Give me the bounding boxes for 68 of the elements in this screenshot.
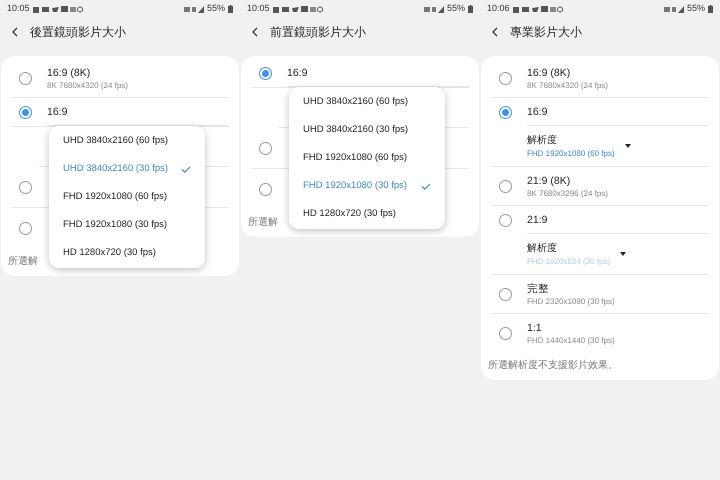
status-time: 10:06 [487,2,510,16]
battery-icon [228,5,233,13]
radio-button[interactable] [19,106,32,118]
radio-button[interactable] [259,182,272,196]
dropdown-arrow-icon [620,252,626,256]
signal-icon [664,6,684,12]
check-icon [421,182,431,190]
dropdown-arrow-icon [624,144,631,148]
menu-item[interactable]: UHD 3840x2160 (30 fps) [289,116,445,144]
option-label: 16:9 [527,104,548,118]
check-icon [181,166,191,172]
option-label: 21:9 (8K) [527,174,572,188]
radio-button[interactable] [19,180,32,194]
menu-item[interactable]: FHD 1920x1080 (60 fps) [289,144,445,172]
footer-note: 所選解析度不支援影片效果。 [488,360,618,372]
radio-button[interactable] [259,142,272,154]
option-subtitle: 8K 7680x4320 (24 fps) [527,80,609,90]
option-subtitle: 8K 7680x3296 (24 fps) [527,188,609,198]
option-label: 16:9 [47,104,68,118]
status-time: 10:05 [7,2,30,16]
notification-icons [32,6,83,12]
option-label: 完整 [527,282,550,296]
signal-icon [424,6,444,12]
menu-item[interactable]: FHD 1920x1080 (30 fps) [49,211,205,239]
back-icon[interactable] [12,27,18,37]
radio-button[interactable] [19,72,32,84]
radio-button[interactable] [499,214,512,226]
status-time: 10:05 [247,2,270,16]
signal-icon [184,6,204,12]
radio-button[interactable] [499,106,512,118]
option-label: 16:9 [287,66,308,80]
option-label: 21:9 [527,212,548,226]
menu-item[interactable]: FHD 1920x1080 (30 fps) [289,172,445,200]
radio-button[interactable] [259,66,272,80]
radio-button[interactable] [19,222,32,234]
back-icon[interactable] [492,27,498,37]
notification-icons [272,6,323,12]
screen-title: 專業影片大小 [510,24,582,41]
battery-percent: 55% [686,2,705,16]
menu-item[interactable]: UHD 3840x2160 (60 fps) [289,88,445,116]
option-label: 16:9 (8K) [47,66,92,80]
option-label: 16:9 (8K) [527,66,572,80]
resolution-label: 解析度 [527,242,558,256]
battery-percent: 55% [206,2,225,16]
menu-item[interactable]: UHD 3840x2160 (30 fps) [49,155,205,183]
menu-item[interactable]: HD 1280x720 (30 fps) [289,200,445,228]
option-label: 1:1 [527,320,543,334]
back-icon[interactable] [252,27,258,37]
footer-note: 所選解 [248,217,278,229]
option-subtitle: FHD 1440x1440 (30 fps) [527,334,616,346]
resolution-label: 解析度 [527,134,558,148]
footer-note: 所選解 [8,256,38,268]
radio-button[interactable] [499,288,512,300]
notification-icons [512,6,563,12]
option-subtitle: FHD 2320x1080 (30 fps) [527,296,616,306]
menu-item[interactable]: HD 1280x720 (30 fps) [49,239,205,267]
screen-title: 前置鏡頭影片大小 [270,24,366,41]
radio-button[interactable] [499,72,512,84]
menu-item[interactable]: UHD 3840x2160 (60 fps) [49,127,205,155]
battery-icon [468,5,473,13]
option-subtitle: 8K 7680x4320 (24 fps) [47,80,129,90]
resolution-value[interactable]: FHD 1920x1080 (60 fps) [527,148,615,158]
battery-percent: 55% [446,2,465,16]
screen-title: 後置鏡頭影片大小 [30,24,126,41]
radio-button[interactable] [499,326,512,340]
radio-button[interactable] [499,180,512,192]
battery-icon [708,5,713,13]
menu-item[interactable]: FHD 1920x1080 (60 fps) [49,183,205,211]
